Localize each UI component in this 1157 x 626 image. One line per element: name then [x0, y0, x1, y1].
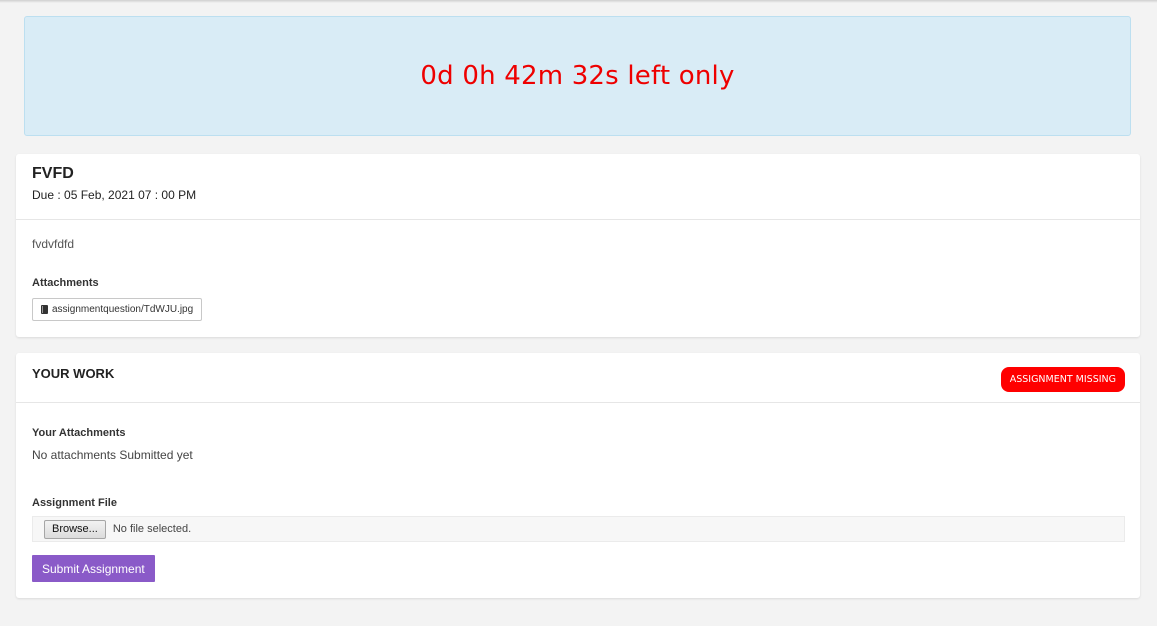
- assignment-file-label: Assignment File: [32, 497, 117, 509]
- book-icon: [41, 305, 48, 314]
- submit-assignment-button[interactable]: Submit Assignment: [32, 555, 155, 582]
- assignment-description: fvdvfdfd: [32, 237, 75, 251]
- due-date: Due : 05 Feb, 2021 07 : 00 PM: [32, 188, 197, 202]
- your-work-title: YOUR WORK: [32, 366, 115, 381]
- status-badge: ASSIGNMENT MISSING: [1000, 367, 1125, 392]
- attachment-name: assignmentquestion/TdWJU.jpg: [52, 304, 194, 315]
- countdown-text: 0d 0h 42m 32s left only: [420, 61, 735, 91]
- assignment-card: FVFD Due : 05 Feb, 2021 07 : 00 PM fvdvf…: [16, 154, 1140, 337]
- top-shadow: [0, 0, 1157, 3]
- countdown-banner: 0d 0h 42m 32s left only: [24, 16, 1131, 136]
- no-attachments-text: No attachments Submitted yet: [32, 448, 193, 462]
- assignment-title: FVFD: [32, 165, 74, 182]
- divider: [16, 402, 1140, 403]
- your-attachments-label: Your Attachments: [32, 427, 126, 439]
- attachments-label: Attachments: [32, 277, 99, 289]
- divider: [16, 219, 1140, 220]
- file-status-text: No file selected.: [112, 523, 192, 535]
- browse-button[interactable]: Browse...: [44, 519, 106, 539]
- your-work-card: YOUR WORK ASSIGNMENT MISSING Your Attach…: [16, 353, 1140, 598]
- attachment-link[interactable]: assignmentquestion/TdWJU.jpg: [32, 298, 203, 321]
- file-input[interactable]: Browse... No file selected.: [32, 516, 1125, 542]
